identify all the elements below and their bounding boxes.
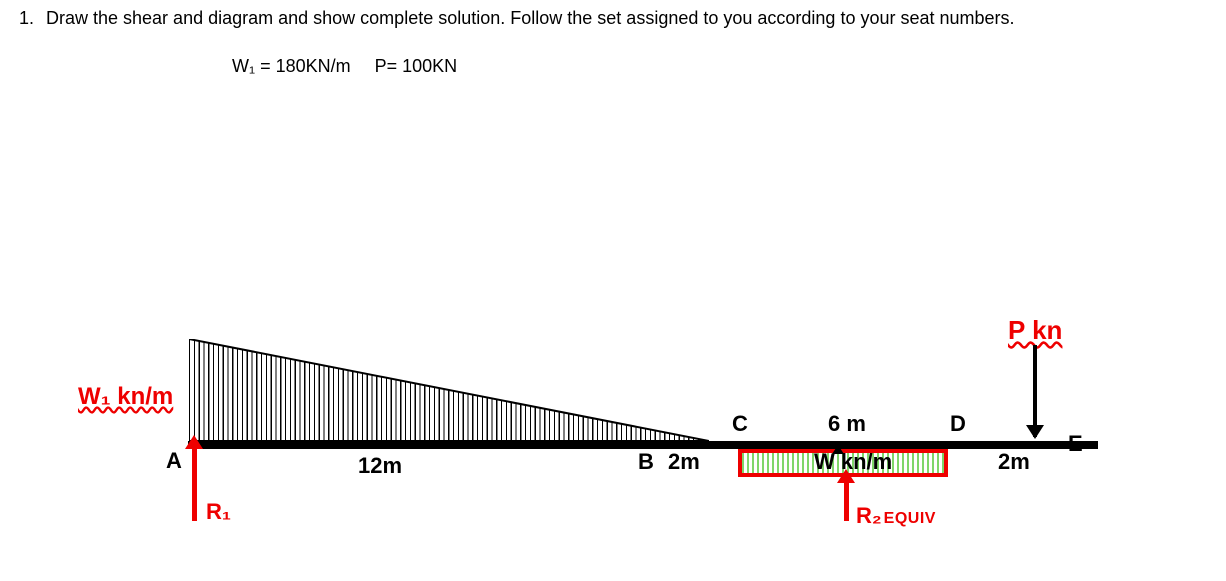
point-load-P-arrow-icon	[1033, 345, 1037, 437]
given-parameters: W₁ = 180KN/m P= 100KN	[232, 56, 457, 77]
question-text: Draw the shear and diagram and show comp…	[46, 8, 1015, 29]
reaction-R2-arrow-icon	[844, 481, 849, 521]
reaction-R2-label: R₂EQUIV	[856, 503, 936, 529]
triangular-load	[189, 339, 709, 441]
question-row: 1. Draw the shear and diagram and show c…	[12, 8, 1015, 29]
reaction-R1-label: R₁	[206, 499, 231, 525]
beam-line	[188, 441, 1098, 449]
param-p: P= 100KN	[375, 56, 458, 77]
uniform-load-label: W kn/m	[814, 449, 892, 475]
param-w1: W₁ = 180KN/m	[232, 56, 351, 77]
point-A-label: A	[166, 448, 182, 474]
w1-load-label: W₁ kn/m	[78, 383, 173, 411]
reaction-R1-arrow-icon	[192, 447, 197, 521]
point-D-label: D	[950, 411, 966, 437]
beam-diagram: W₁ kn/m A B C D E 12m 2m 6 m 2m W kn/m P…	[78, 325, 1118, 555]
dim-AB: 12m	[358, 453, 402, 479]
point-C-label: C	[732, 411, 748, 437]
triangular-load-outline	[189, 339, 709, 441]
uniform-load-up-icon	[832, 445, 844, 454]
point-load-P-label: P kn	[1008, 315, 1062, 346]
point-E-label: E	[1068, 431, 1083, 457]
dim-DE: 2m	[998, 449, 1030, 475]
dim-BC: 2m	[668, 449, 700, 475]
point-B-label: B	[638, 449, 654, 475]
dim-CD: 6 m	[828, 411, 866, 437]
question-number: 1.	[12, 8, 34, 29]
